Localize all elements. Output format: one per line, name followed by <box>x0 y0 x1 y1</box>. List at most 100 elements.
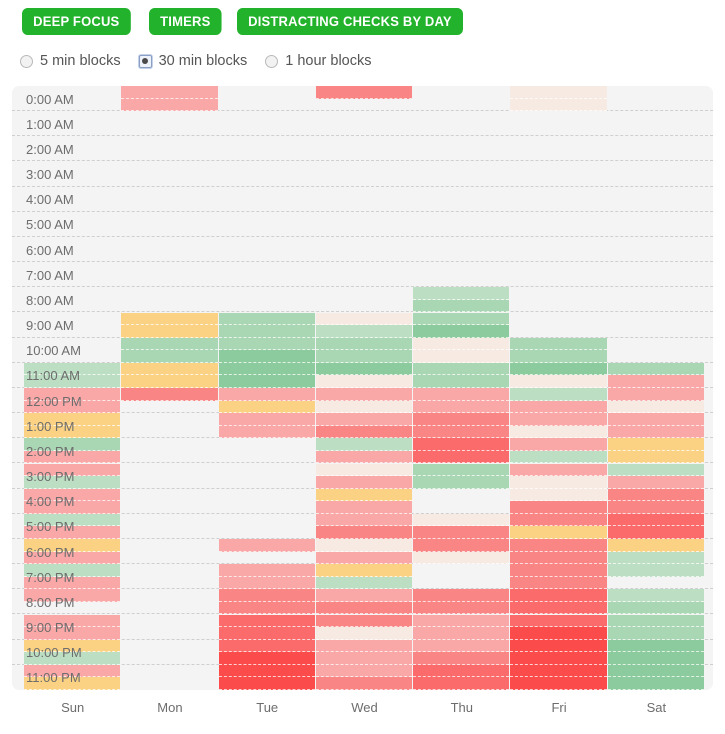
heatmap-cell[interactable] <box>315 463 413 477</box>
heatmap-cell[interactable] <box>510 400 607 414</box>
heatmap-cell[interactable] <box>315 362 413 376</box>
heatmap-cell[interactable] <box>413 312 510 326</box>
heatmap-cell[interactable] <box>315 86 413 99</box>
heatmap-cell[interactable] <box>510 388 607 401</box>
heatmap-cell[interactable] <box>510 375 607 388</box>
heatmap-cell[interactable] <box>510 652 607 665</box>
radio-button-icon[interactable] <box>20 54 33 68</box>
heatmap-cell[interactable] <box>218 312 315 326</box>
heatmap-cell[interactable] <box>510 627 607 640</box>
heatmap-cell[interactable] <box>607 664 704 678</box>
heatmap-cell[interactable] <box>413 463 510 477</box>
heatmap-cell[interactable] <box>315 564 413 577</box>
heatmap-cell[interactable] <box>510 476 607 489</box>
heatmap-cell[interactable] <box>413 350 510 363</box>
heatmap-cell[interactable] <box>510 425 607 439</box>
heatmap-cell[interactable] <box>315 488 413 502</box>
heatmap-cell[interactable] <box>218 652 315 665</box>
heatmap-cell[interactable] <box>315 589 413 602</box>
radio-option-30-min-blocks[interactable]: 30 min blocks <box>138 53 247 69</box>
heatmap-cell[interactable] <box>510 450 607 464</box>
heatmap-cell[interactable] <box>315 677 413 690</box>
heatmap-cell[interactable] <box>315 375 413 388</box>
heatmap-cell[interactable] <box>315 501 413 514</box>
heatmap-cell[interactable] <box>218 576 315 590</box>
heatmap-cell[interactable] <box>607 425 704 439</box>
heatmap-cell[interactable] <box>510 513 607 527</box>
heatmap-cell[interactable] <box>607 614 704 628</box>
radio-button-selected-icon[interactable] <box>138 54 152 68</box>
heatmap-cell[interactable] <box>413 513 510 527</box>
heatmap-cell[interactable] <box>607 388 704 401</box>
heatmap-cell[interactable] <box>218 539 315 552</box>
heatmap-cell[interactable] <box>413 299 510 313</box>
heatmap-cell[interactable] <box>315 312 413 326</box>
heatmap-cell[interactable] <box>413 325 510 338</box>
heatmap-cell[interactable] <box>121 98 218 112</box>
heatmap-cell[interactable] <box>607 501 704 514</box>
heatmap-cell[interactable] <box>413 677 510 690</box>
heatmap-cell[interactable] <box>413 362 510 376</box>
heatmap-cell[interactable] <box>607 476 704 489</box>
heatmap-cell[interactable] <box>413 664 510 678</box>
heatmap-cell[interactable] <box>315 350 413 363</box>
heatmap-cell[interactable] <box>413 601 510 615</box>
heatmap-cell[interactable] <box>607 601 704 615</box>
heatmap-cell[interactable] <box>218 564 315 577</box>
heatmap-cell[interactable] <box>510 463 607 477</box>
heatmap-cell[interactable] <box>607 375 704 388</box>
heatmap-cell[interactable] <box>218 677 315 690</box>
heatmap-cell[interactable] <box>413 450 510 464</box>
heatmap-cell[interactable] <box>510 86 607 99</box>
heatmap-cell[interactable] <box>315 325 413 338</box>
heatmap-cell[interactable] <box>607 639 704 653</box>
heatmap-cell[interactable] <box>121 350 218 363</box>
heatmap-cell[interactable] <box>510 551 607 565</box>
heatmap-cell[interactable] <box>413 539 510 552</box>
heatmap-cell[interactable] <box>607 677 704 690</box>
heatmap-cell[interactable] <box>510 337 607 351</box>
heatmap-cell[interactable] <box>315 425 413 439</box>
heatmap-cell[interactable] <box>607 652 704 665</box>
heatmap-cell[interactable] <box>510 98 607 112</box>
heatmap-cell[interactable] <box>413 614 510 628</box>
heatmap-cell[interactable] <box>413 551 510 565</box>
heatmap-cell[interactable] <box>510 438 607 451</box>
heatmap-cell[interactable] <box>607 362 704 376</box>
heatmap-cell[interactable] <box>413 526 510 539</box>
heatmap-cell[interactable] <box>121 86 218 99</box>
heatmap-cell[interactable] <box>218 413 315 426</box>
heatmap-cell[interactable] <box>218 337 315 351</box>
heatmap-cell[interactable] <box>413 375 510 388</box>
heatmap-cell[interactable] <box>510 526 607 539</box>
heatmap-cell[interactable] <box>315 639 413 653</box>
heatmap-cell[interactable] <box>607 413 704 426</box>
heatmap-cell[interactable] <box>413 413 510 426</box>
deep-focus-button[interactable]: DEEP FOCUS <box>22 8 131 35</box>
heatmap-cell[interactable] <box>607 438 704 451</box>
heatmap-cell[interactable] <box>218 425 315 439</box>
heatmap-cell[interactable] <box>413 652 510 665</box>
heatmap-cell[interactable] <box>510 413 607 426</box>
heatmap-cell[interactable] <box>218 350 315 363</box>
heatmap-cell[interactable] <box>607 551 704 565</box>
heatmap-cell[interactable] <box>607 526 704 539</box>
heatmap-cell[interactable] <box>315 551 413 565</box>
heatmap-cell[interactable] <box>218 589 315 602</box>
heatmap-cell[interactable] <box>510 639 607 653</box>
heatmap-cell[interactable] <box>218 375 315 388</box>
heatmap-cell[interactable] <box>413 438 510 451</box>
heatmap-cell[interactable] <box>510 614 607 628</box>
heatmap-cell[interactable] <box>218 388 315 401</box>
heatmap-cell[interactable] <box>413 639 510 653</box>
heatmap-cell[interactable] <box>121 362 218 376</box>
heatmap-cell[interactable] <box>315 601 413 615</box>
heatmap-cell[interactable] <box>315 450 413 464</box>
heatmap-cell[interactable] <box>510 677 607 690</box>
heatmap-cell[interactable] <box>315 476 413 489</box>
heatmap-cell[interactable] <box>315 652 413 665</box>
heatmap-cell[interactable] <box>218 362 315 376</box>
heatmap-cell[interactable] <box>315 438 413 451</box>
heatmap-cell[interactable] <box>607 539 704 552</box>
heatmap-cell[interactable] <box>315 526 413 539</box>
